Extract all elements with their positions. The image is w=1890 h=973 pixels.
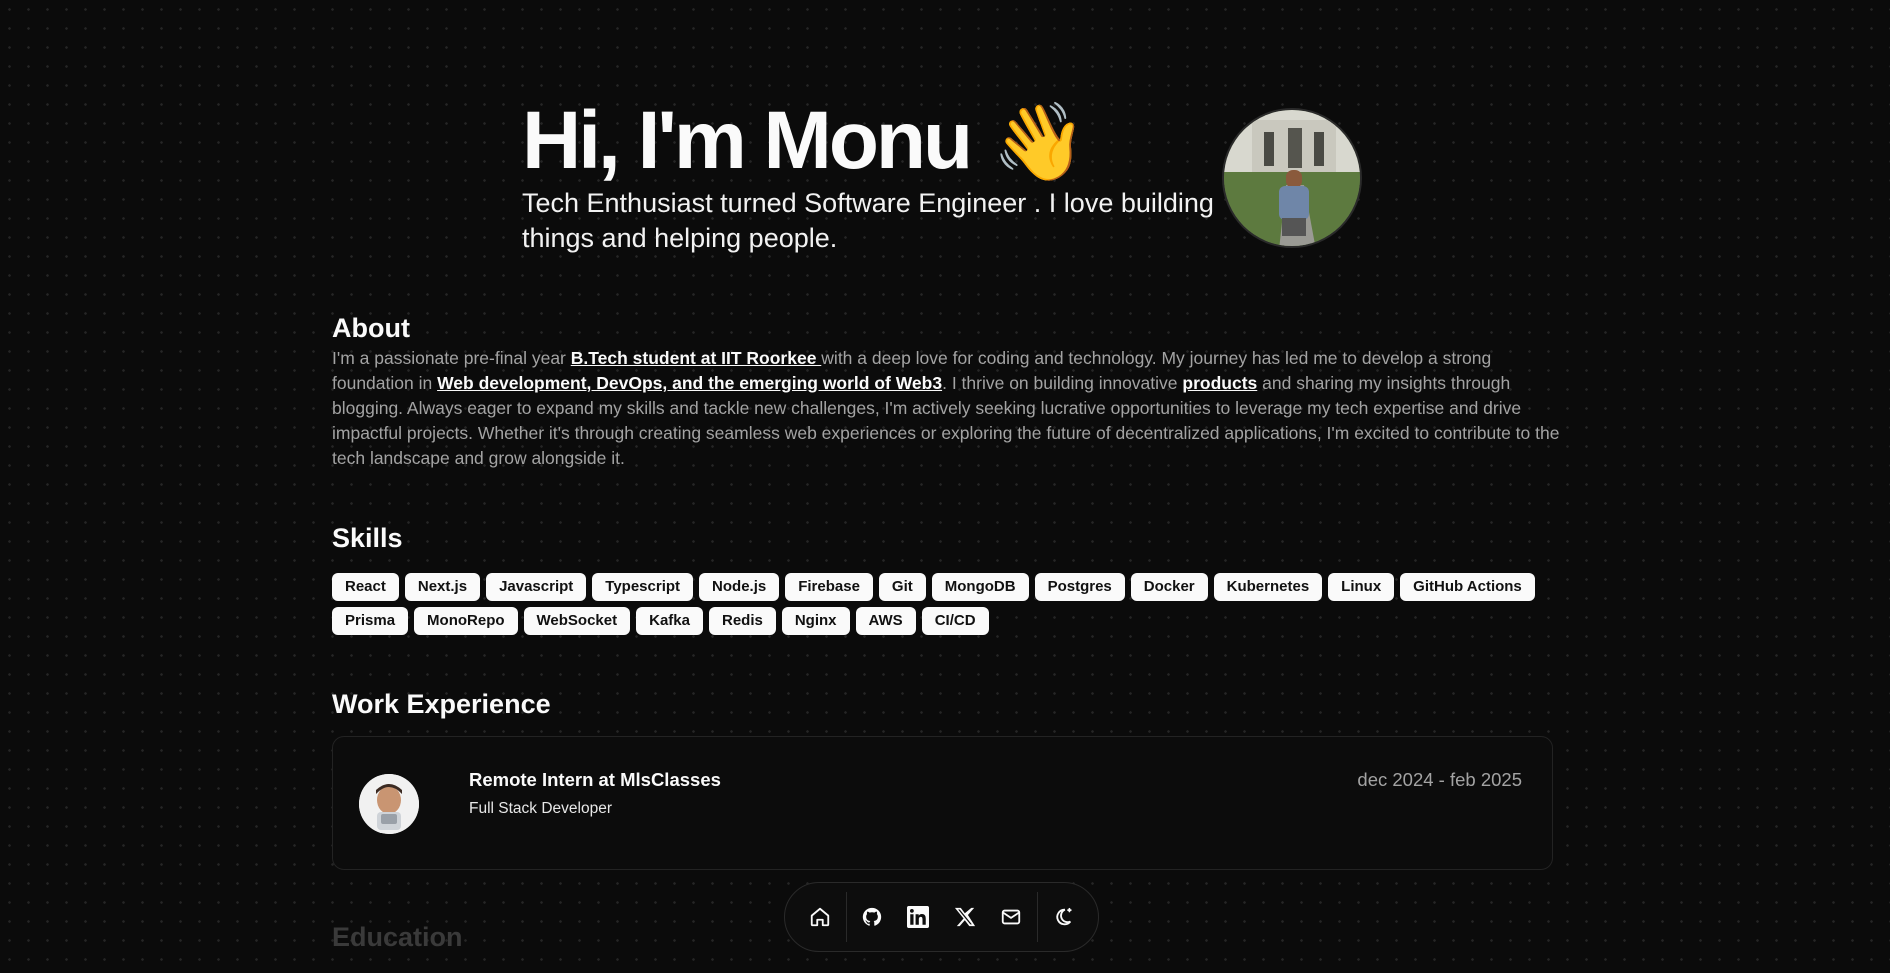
about-text-3: . I thrive on building innovative <box>942 373 1183 393</box>
job-dates: dec 2024 - feb 2025 <box>1357 769 1522 790</box>
theme-toggle-icon[interactable] <box>1039 892 1086 942</box>
skill-badge: Firebase <box>785 573 873 601</box>
skill-badge: CI/CD <box>921 607 989 635</box>
wave-emoji: 👋 <box>992 100 1087 185</box>
web-dev-link[interactable]: Web development, DevOps, and the emergin… <box>437 373 942 393</box>
skill-badge: Redis <box>708 607 776 635</box>
skill-badge: WebSocket <box>523 607 631 635</box>
skill-badge: MongoDB <box>931 573 1029 601</box>
profile-photo <box>1222 108 1362 248</box>
iit-roorkee-link[interactable]: B.Tech student at IIT Roorkee <box>571 348 822 368</box>
skill-badge: Linux <box>1328 573 1395 601</box>
job-role: Full Stack Developer <box>469 800 613 817</box>
skill-badge: Javascript <box>486 573 587 601</box>
github-icon[interactable] <box>848 892 895 942</box>
hero-subtitle: Tech Enthusiast turned Software Engineer… <box>522 188 1214 253</box>
skills-list: React Next.js Javascript Typescript Node.js F… <box>332 573 1562 635</box>
skill-badge: Kafka <box>636 607 703 635</box>
skill-badge: Typescript <box>592 573 694 601</box>
skill-badge: Node.js <box>699 573 780 601</box>
mail-icon[interactable] <box>988 892 1035 942</box>
skill-badge: Nginx <box>781 607 850 635</box>
skill-badge: Next.js <box>404 573 481 601</box>
work-card[interactable]: Remote Intern at MlsClasses Full Stack D… <box>332 736 1553 870</box>
skill-badge: Docker <box>1130 573 1208 601</box>
company-logo <box>359 774 419 834</box>
job-title: Remote Intern at MlsClasses <box>469 769 721 790</box>
about-paragraph: I'm a passionate pre-final year B.Tech s… <box>332 346 1562 471</box>
education-heading: Education <box>332 922 463 952</box>
skill-badge: Kubernetes <box>1213 573 1323 601</box>
skill-badge: Prisma <box>332 607 409 635</box>
x-icon[interactable] <box>942 892 989 942</box>
products-link[interactable]: products <box>1182 373 1257 393</box>
bottom-dock <box>784 882 1099 952</box>
about-text-1: I'm a passionate pre-final year <box>332 348 571 368</box>
linkedin-icon[interactable] <box>895 892 942 942</box>
home-icon[interactable] <box>797 892 844 942</box>
hero-greeting: Hi, I'm Monu 👋 <box>522 100 1087 185</box>
skill-badge: AWS <box>855 607 916 635</box>
skill-badge: GitHub Actions <box>1400 573 1535 601</box>
skill-badge: React <box>332 573 399 601</box>
about-heading: About <box>332 313 410 343</box>
work-heading: Work Experience <box>332 689 551 719</box>
dock-divider <box>845 892 847 942</box>
skills-heading: Skills <box>332 523 403 553</box>
skill-badge: MonoRepo <box>414 607 518 635</box>
skill-badge: Git <box>878 573 926 601</box>
skill-badge: Postgres <box>1034 573 1125 601</box>
dock-divider <box>1036 892 1038 942</box>
greeting-text: Hi, I'm Monu <box>522 95 973 186</box>
